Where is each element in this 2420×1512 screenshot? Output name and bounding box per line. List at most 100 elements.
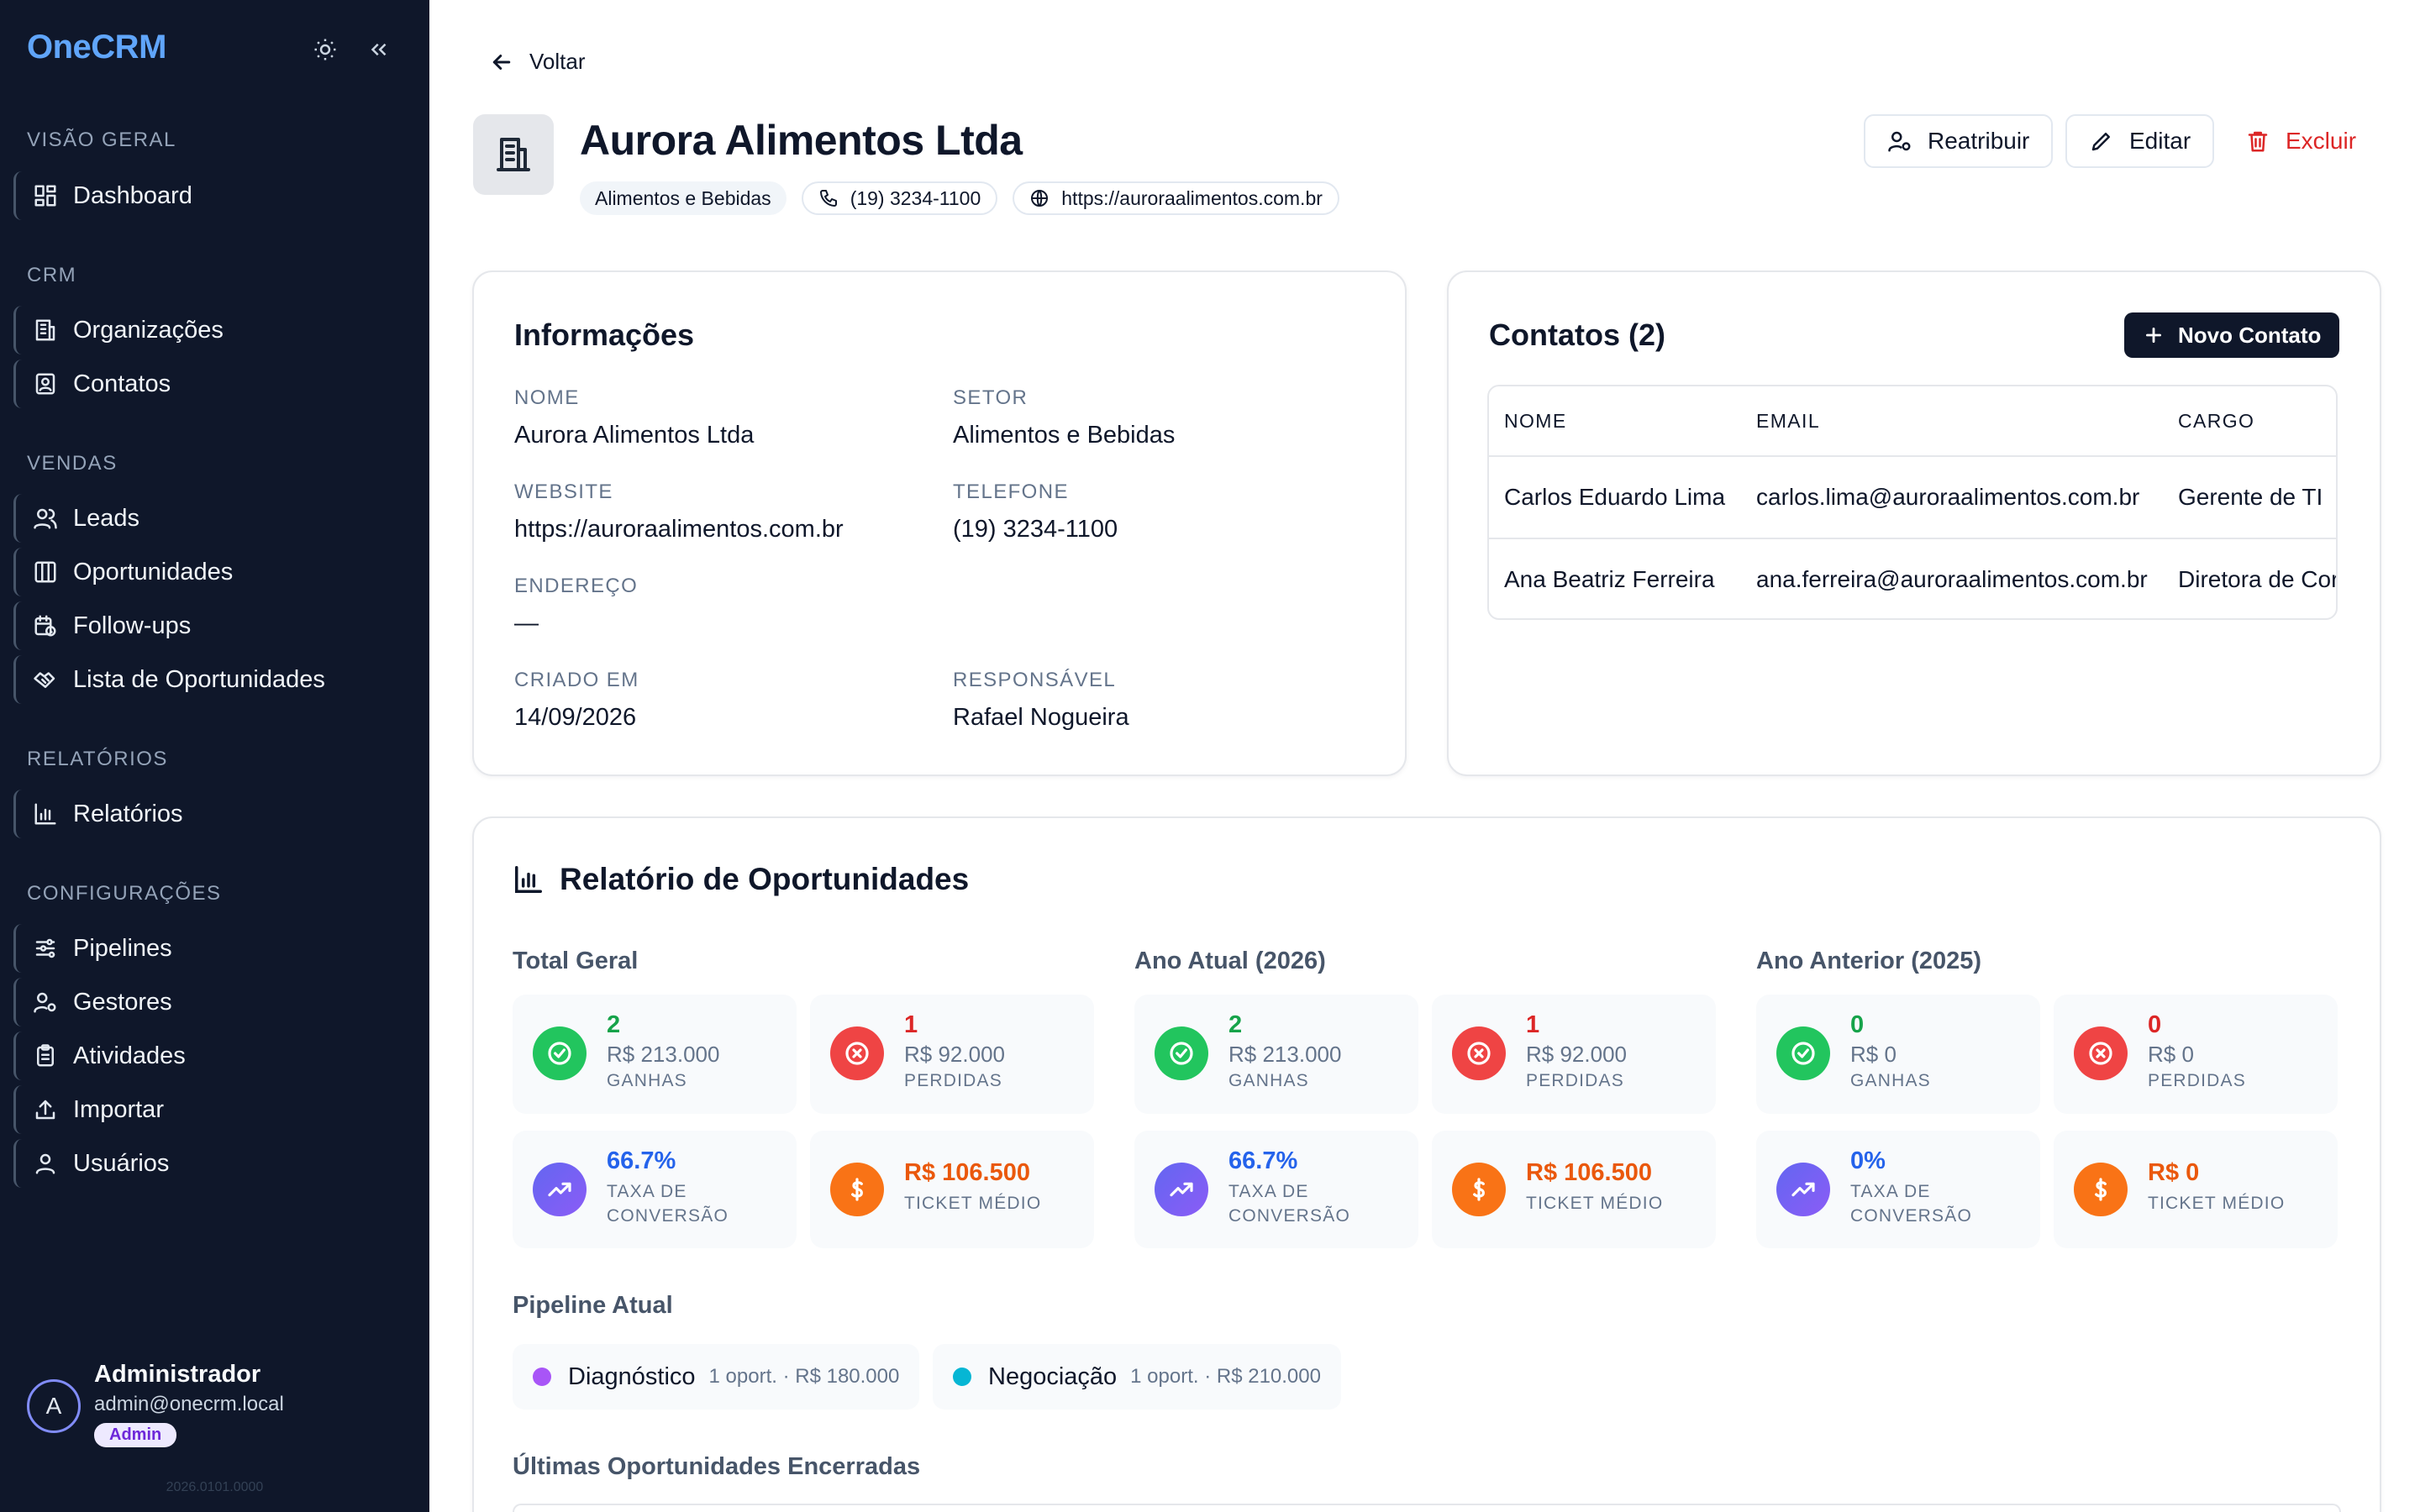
delete-button[interactable]: Excluir	[2222, 114, 2381, 168]
handshake-icon	[34, 672, 55, 688]
section-configuracoes: CONFIGURAÇÕES	[27, 882, 222, 905]
new-contact-button[interactable]: Novo Contato	[2124, 312, 2340, 358]
x-circle-icon	[2074, 1026, 2128, 1080]
sidebar-item-organizacoes[interactable]: Organizações	[13, 306, 408, 354]
ticket-label: TICKET MÉDIO	[1526, 1194, 1664, 1213]
edit-button[interactable]: Editar	[2065, 114, 2215, 168]
report-title-label: Relatório de Oportunidades	[560, 862, 970, 896]
field-value-endereco: —	[514, 610, 539, 637]
field-label-criado: CRIADO EM	[514, 669, 639, 691]
sidebar-item-pipelines[interactable]: Pipelines	[13, 924, 408, 973]
trending-up-icon	[1776, 1163, 1830, 1216]
globe-icon	[1031, 190, 1049, 207]
won-label: GANHAS	[1850, 1071, 1931, 1090]
column-header-cargo[interactable]: CARGO	[2178, 410, 2254, 433]
field-value-telefone: (19) 3234-1100	[953, 516, 1118, 543]
website-chip[interactable]: https://auroraalimentos.com.br	[1013, 181, 1339, 215]
lost-label: PERDIDAS	[904, 1071, 1002, 1090]
field-label-endereco: ENDEREÇO	[514, 575, 639, 597]
lost-value: R$ 92.000	[1526, 1042, 1627, 1067]
section-visao-geral: VISÃO GERAL	[27, 129, 176, 151]
reassign-button[interactable]: Reatribuir	[1864, 114, 2054, 168]
sidebar-item-gestores[interactable]: Gestores	[13, 978, 408, 1026]
field-value-setor: Alimentos e Bebidas	[953, 422, 1176, 449]
contact-role: Diretora de Cor	[2178, 566, 2338, 592]
stat-conversion-ano-anterior: 0% TAXA DE CONVERSÃO	[1756, 1131, 2040, 1248]
stage-color-dot	[953, 1368, 971, 1386]
field-label-telefone: TELEFONE	[953, 480, 1069, 503]
organization-chips: Alimentos e Bebidas (19) 3234-1100 https…	[580, 181, 1339, 215]
user-profile[interactable]: A Administrador admin@onecrm.local Admin	[27, 1361, 405, 1462]
page-title: Aurora Alimentos Ltda	[580, 117, 1023, 164]
stat-ticket-ano-atual: R$ 106.500 TICKET MÉDIO	[1432, 1131, 1716, 1248]
contact-email: carlos.lima@auroraalimentos.com.br	[1756, 484, 2140, 510]
field-value-website[interactable]: https://auroraalimentos.com.br	[514, 516, 844, 543]
table-row[interactable]: Ana Beatriz Ferreira ana.ferreira@aurora…	[1489, 538, 2338, 618]
stat-lost-ano-atual: 1 R$ 92.000 PERDIDAS	[1432, 995, 1716, 1114]
report-title: Relatório de Oportunidades	[513, 862, 969, 897]
pipeline-stage-diagnostico[interactable]: Diagnóstico 1 oport. · R$ 180.000	[513, 1344, 920, 1410]
sidebar-item-dashboard[interactable]: Dashboard	[13, 171, 408, 220]
sidebar-item-lista-de-oportunidades[interactable]: Lista de Oportunidades	[13, 655, 408, 704]
sidebar-item-usuarios[interactable]: Usuários	[13, 1139, 408, 1188]
column-header-email[interactable]: EMAIL	[1756, 410, 1820, 433]
collapse-sidebar-icon[interactable]	[365, 35, 393, 64]
x-circle-icon	[1452, 1026, 1506, 1080]
sidebar-item-label: Pipelines	[73, 934, 172, 962]
contact-role: Gerente de TI	[2178, 484, 2323, 510]
field-value-criado: 14/09/2026	[514, 704, 637, 731]
phone-chip-label: (19) 3234-1100	[850, 186, 981, 209]
lost-label: PERDIDAS	[1526, 1071, 1624, 1090]
kanban-icon	[34, 561, 56, 583]
dollar-icon	[2074, 1163, 2128, 1216]
phone-chip[interactable]: (19) 3234-1100	[801, 181, 998, 215]
user-cog-icon	[34, 992, 56, 1013]
back-label: Voltar	[529, 49, 586, 74]
sidebar-item-label: Usuários	[73, 1149, 170, 1177]
dollar-icon	[1452, 1163, 1506, 1216]
plus-icon	[2146, 328, 2161, 343]
stat-won-ano-atual: 2 R$ 213.000 GANHAS	[1134, 995, 1418, 1114]
theme-toggle-sun-icon[interactable]	[311, 35, 339, 64]
user-email: admin@onecrm.local	[94, 1393, 284, 1415]
closed-opportunities-label: Últimas Oportunidades Encerradas	[513, 1453, 921, 1480]
clipboard-icon	[37, 1044, 54, 1067]
sidebar-item-contatos[interactable]: Contatos	[13, 360, 408, 408]
brand-logo[interactable]: OneCRM	[27, 29, 166, 66]
phone-icon	[819, 190, 837, 207]
sidebar-item-follow-ups[interactable]: Follow-ups	[13, 601, 408, 650]
table-row[interactable]: Carlos Eduardo Lima carlos.lima@auroraal…	[1489, 455, 2336, 538]
trending-up-icon	[533, 1163, 587, 1216]
field-label-nome: NOME	[514, 386, 580, 409]
building-icon	[35, 319, 55, 341]
ticket-value: R$ 106.500	[904, 1159, 1030, 1186]
stage-meta: 1 oport. · R$ 180.000	[708, 1365, 900, 1388]
website-chip-label: https://auroraalimentos.com.br	[1061, 186, 1323, 209]
sidebar-item-label: Lista de Oportunidades	[73, 665, 325, 693]
check-circle-icon	[1776, 1026, 1830, 1080]
lost-value: R$ 92.000	[904, 1042, 1005, 1067]
sidebar-item-label: Dashboard	[73, 181, 192, 209]
bar-chart-icon	[515, 866, 542, 893]
dashboard-icon	[34, 185, 56, 207]
column-header-nome[interactable]: NOME	[1504, 410, 1567, 433]
sidebar-item-importar[interactable]: Importar	[13, 1085, 408, 1134]
check-circle-icon	[1155, 1026, 1208, 1080]
stat-won-total: 2 R$ 213.000 GANHAS	[513, 995, 797, 1114]
sidebar-item-relatorios[interactable]: Relatórios	[13, 790, 408, 838]
pipeline-stage-negociacao[interactable]: Negociação 1 oport. · R$ 210.000	[933, 1344, 1341, 1410]
arrow-left-icon	[492, 54, 511, 70]
sidebar-item-atividades[interactable]: Atividades	[13, 1032, 408, 1080]
sidebar-item-oportunidades[interactable]: Oportunidades	[13, 548, 408, 596]
back-button[interactable]: Voltar	[489, 49, 586, 75]
reassign-label: Reatribuir	[1928, 128, 2030, 154]
sidebar-item-leads[interactable]: Leads	[13, 494, 408, 543]
new-contact-label: Novo Contato	[2178, 322, 2322, 348]
won-label: GANHAS	[607, 1071, 687, 1090]
pencil-icon	[2091, 133, 2110, 151]
group-label-ano-anterior: Ano Anterior (2025)	[1756, 948, 1982, 974]
stat-ticket-total: R$ 106.500 TICKET MÉDIO	[810, 1131, 1094, 1248]
won-value: R$ 213.000	[1228, 1042, 1342, 1067]
field-value-nome: Aurora Alimentos Ltda	[514, 422, 755, 449]
field-label-setor: SETOR	[953, 386, 1028, 409]
